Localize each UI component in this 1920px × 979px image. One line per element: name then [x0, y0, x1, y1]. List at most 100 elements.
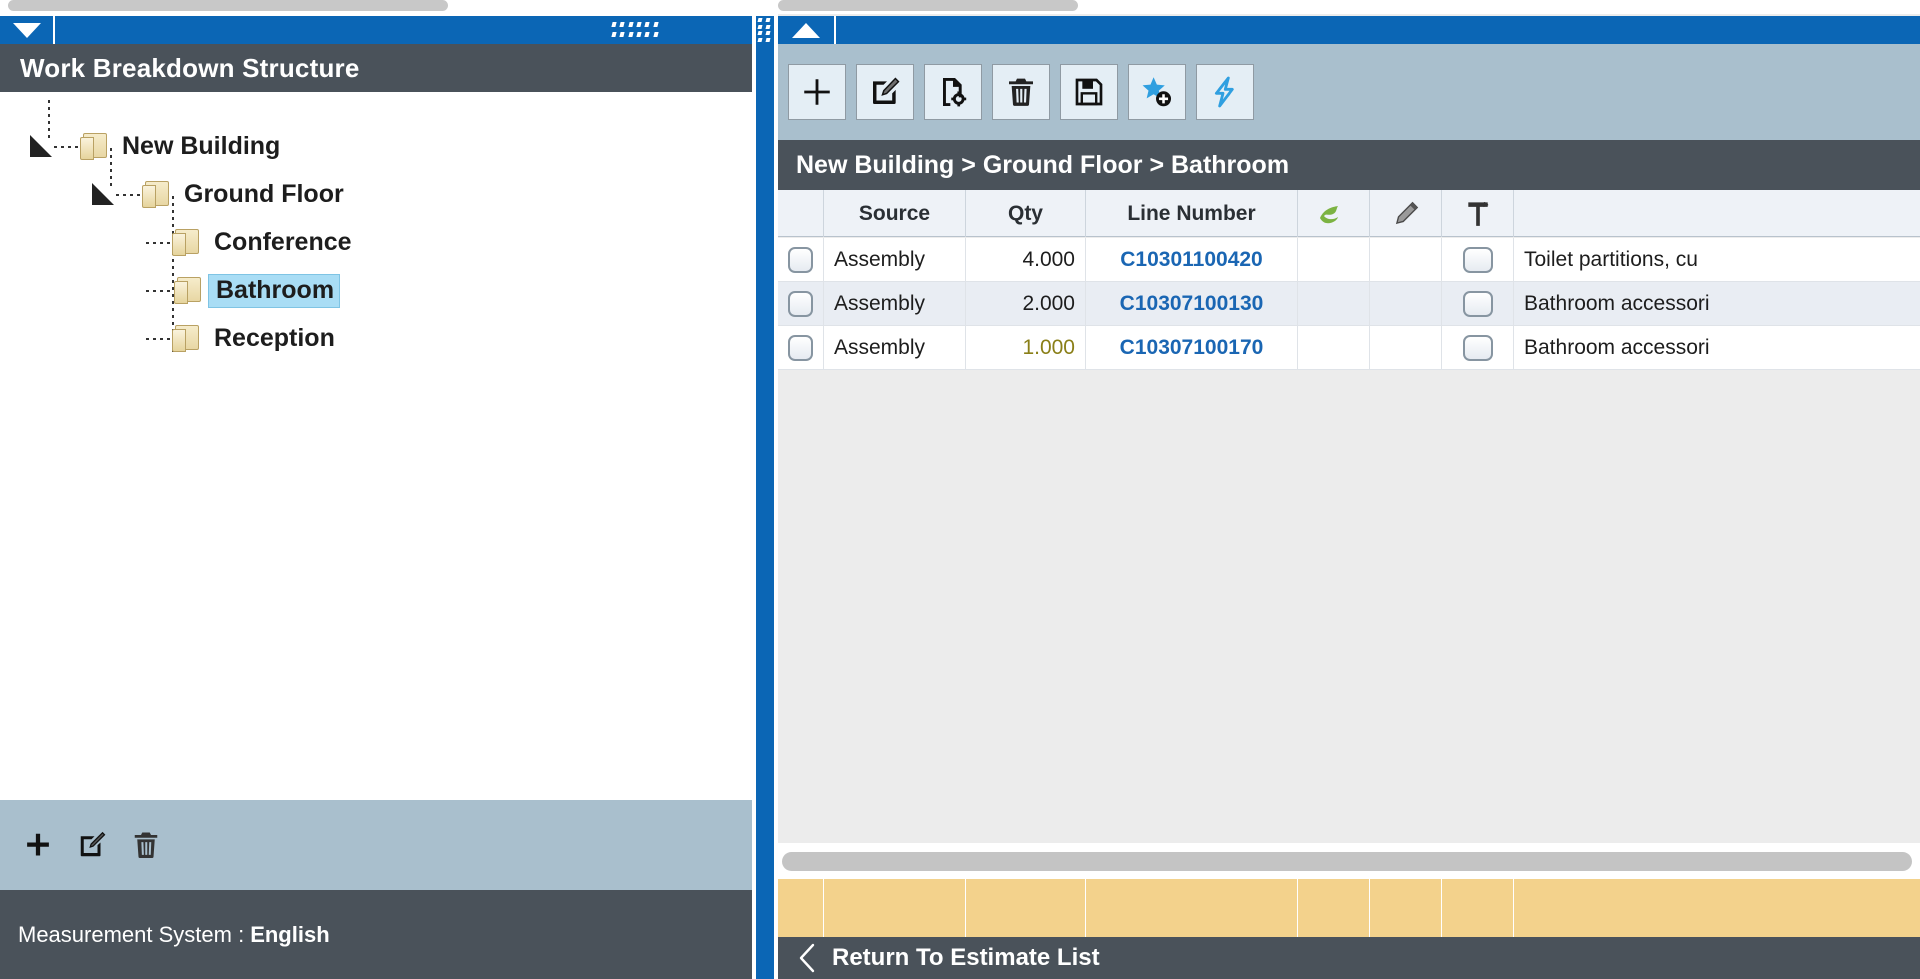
table-horizontal-scrollbar[interactable] [778, 843, 1920, 879]
totals-cell-note [1370, 879, 1442, 937]
tree-item-conference[interactable]: Conference [146, 222, 358, 264]
cell-note [1370, 282, 1442, 326]
row-checkbox[interactable] [788, 291, 813, 317]
totals-row [778, 879, 1920, 937]
estimate-collapse-button[interactable] [778, 16, 836, 44]
row-checkbox[interactable] [788, 335, 813, 361]
column-header-qty[interactable]: Qty [966, 190, 1086, 237]
cell-line-number[interactable]: C10301100420 [1086, 238, 1298, 282]
cell-eco [1298, 326, 1370, 370]
estimate-table-body: Assembly 4.000 C10301100420 Toilet parti… [778, 238, 1920, 843]
tree-item-label: New Building [122, 132, 281, 160]
column-header-eco[interactable] [1298, 190, 1370, 237]
column-header-line-number[interactable]: Line Number [1086, 190, 1298, 237]
delete-wbs-node-button[interactable] [126, 825, 166, 865]
totals-cell-qty [966, 879, 1086, 937]
labor-checkbox[interactable] [1462, 335, 1493, 361]
breadcrumb-text: New Building > Ground Floor > Bathroom [796, 150, 1290, 179]
totals-cell-source [824, 879, 966, 937]
folder-icon [142, 180, 172, 210]
scrollbar-thumb[interactable] [778, 0, 1078, 11]
right-panel-top-scrollbar[interactable] [778, 0, 1920, 14]
cell-description: Toilet partitions, cu [1524, 248, 1698, 271]
table-row[interactable]: Assembly 4.000 C10301100420 Toilet parti… [778, 238, 1920, 282]
splitter-bar[interactable] [756, 16, 774, 979]
totals-cell-select [778, 879, 824, 937]
totals-cell-eco [1298, 879, 1370, 937]
pencil-icon [1395, 201, 1418, 224]
cell-description: Bathroom accessori [1524, 336, 1710, 359]
plus-icon [804, 79, 830, 105]
splitter-grip-icon[interactable] [757, 18, 772, 42]
return-to-estimate-list-button[interactable]: Return To Estimate List [832, 944, 1100, 972]
chevron-down-icon [12, 22, 41, 38]
column-header-note[interactable] [1370, 190, 1442, 237]
estimate-footer: Return To Estimate List [778, 937, 1920, 979]
folder-icon [174, 276, 204, 306]
add-line-button[interactable] [788, 64, 846, 120]
cell-source: Assembly [824, 238, 966, 282]
edit-line-button[interactable] [856, 64, 914, 120]
cell-line-number[interactable]: C10307100130 [1086, 282, 1298, 326]
page-title: Work Breakdown Structure [20, 52, 360, 83]
cell-source: Assembly [824, 326, 966, 370]
edit-icon [80, 831, 106, 857]
row-select-cell[interactable] [778, 326, 824, 370]
tree-item-reception[interactable]: Reception [146, 318, 341, 360]
trash-icon [134, 832, 158, 858]
wbs-collapse-button[interactable] [0, 16, 55, 44]
wbs-panel: Work Breakdown Structure New Building Gr… [0, 0, 752, 979]
tree-connector [54, 146, 80, 148]
add-favorite-button[interactable] [1128, 64, 1186, 120]
green-leaf-icon [1319, 205, 1338, 223]
tree-item-label: Reception [214, 324, 335, 352]
estimate-detail-panel: New Building > Ground Floor > Bathroom S… [778, 0, 1920, 979]
column-header-description[interactable] [1514, 190, 1918, 237]
scrollbar-thumb[interactable] [782, 851, 1912, 871]
chevron-left-icon[interactable] [796, 943, 818, 973]
save-button[interactable] [1060, 64, 1118, 120]
scrollbar-thumb[interactable] [8, 0, 448, 11]
table-row[interactable]: Assembly 2.000 C10307100130 Bathroom acc… [778, 282, 1920, 326]
expand-triangle-icon[interactable] [30, 135, 52, 157]
wbs-title-bar: Work Breakdown Structure [0, 44, 752, 92]
plus-icon [27, 833, 49, 856]
row-checkbox[interactable] [788, 247, 813, 273]
row-select-cell[interactable] [778, 238, 824, 282]
cell-eco [1298, 282, 1370, 326]
labor-checkbox[interactable] [1462, 247, 1493, 273]
trash-icon [1009, 78, 1033, 106]
folder-icon [80, 132, 110, 162]
tree-item-new-building[interactable]: New Building [30, 126, 286, 168]
totals-cell-labor [1442, 879, 1514, 937]
quick-action-button[interactable] [1196, 64, 1254, 120]
add-wbs-node-button[interactable] [18, 825, 58, 865]
cell-qty: 2.000 [966, 282, 1086, 326]
column-header-labor[interactable] [1442, 190, 1514, 237]
column-header-source[interactable]: Source [824, 190, 966, 237]
cell-labor[interactable] [1442, 238, 1514, 282]
edit-wbs-node-button[interactable] [72, 825, 112, 865]
wbs-tree[interactable]: New Building Ground Floor Conference Bat… [0, 92, 752, 644]
labor-checkbox[interactable] [1462, 291, 1493, 317]
cell-line-number[interactable]: C10307100170 [1086, 326, 1298, 370]
row-select-cell[interactable] [778, 282, 824, 326]
star-plus-icon [1142, 77, 1172, 107]
cell-eco [1298, 238, 1370, 282]
tree-connector [146, 338, 172, 340]
table-row[interactable]: Assembly 1.000 C10307100170 Bathroom acc… [778, 326, 1920, 370]
delete-line-button[interactable] [992, 64, 1050, 120]
drag-grip-icon[interactable] [611, 22, 660, 39]
tree-item-ground-floor[interactable]: Ground Floor [92, 174, 350, 216]
folder-icon [172, 324, 202, 354]
panel-splitter[interactable] [752, 0, 778, 979]
column-header-select[interactable] [778, 190, 824, 237]
tree-item-bathroom[interactable]: Bathroom [146, 270, 341, 312]
estimate-table-header: Source Qty Line Number [778, 190, 1920, 237]
cell-labor[interactable] [1442, 326, 1514, 370]
cell-labor[interactable] [1442, 282, 1514, 326]
expand-triangle-icon[interactable] [92, 183, 114, 205]
document-properties-button[interactable] [924, 64, 982, 120]
cell-note [1370, 238, 1442, 282]
left-panel-top-scrollbar[interactable] [0, 0, 752, 14]
